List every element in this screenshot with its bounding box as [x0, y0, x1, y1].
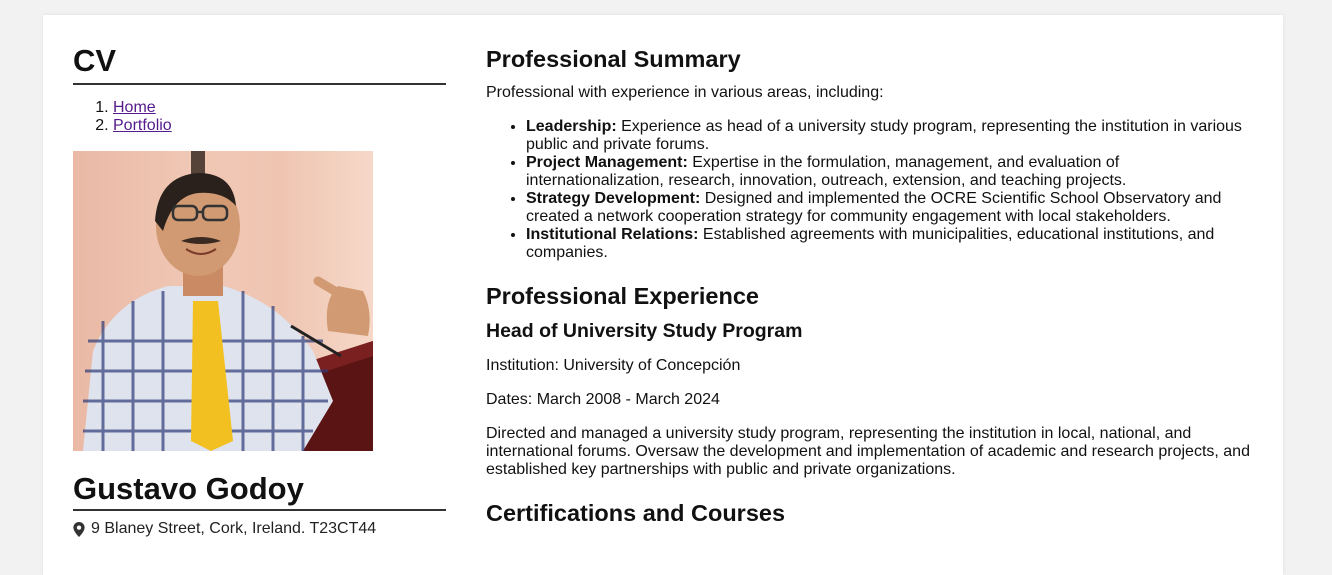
profile-photo [73, 151, 373, 451]
list-item: Institutional Relations: Established agr… [526, 226, 1256, 262]
summary-intro: Professional with experience in various … [486, 84, 884, 101]
home-link[interactable]: Home [113, 99, 156, 116]
cv-card: CV Home Portfolio [43, 15, 1283, 575]
person-name: Gustavo Godoy [73, 471, 446, 511]
nav-item-portfolio: Portfolio [113, 117, 446, 135]
list-item: Project Management: Expertise in the for… [526, 154, 1256, 190]
skill-title: Leadership: [526, 118, 617, 135]
address-text: 9 Blaney Street, Cork, Ireland. T23CT44 [91, 520, 377, 537]
certifications-heading: Certifications and Courses [486, 500, 786, 526]
cv-title: CV [73, 43, 446, 85]
job-dates: Dates: March 2008 - March 2024 [486, 391, 720, 408]
experience-heading: Professional Experience [486, 283, 759, 309]
list-item: Strategy Development: Designed and imple… [526, 190, 1256, 226]
main-content: Professional Summary Professional with e… [486, 15, 1256, 527]
job-institution: Institution: University of Concepción [486, 357, 741, 374]
job-description: Directed and managed a university study … [486, 425, 1250, 478]
skill-title: Project Management: [526, 154, 688, 171]
address-line: 9 Blaney Street, Cork, Ireland. T23CT44 [73, 520, 446, 538]
profile-photo-illustration [83, 151, 373, 451]
job-title: Head of University Study Program [486, 320, 803, 342]
nav-item-home: Home [113, 99, 446, 117]
nav-list: Home Portfolio [73, 99, 446, 135]
summary-list: Leadership: Experience as head of a univ… [486, 118, 1256, 262]
skill-title: Strategy Development: [526, 190, 701, 207]
skill-title: Institutional Relations: [526, 226, 699, 243]
summary-heading: Professional Summary [486, 46, 741, 72]
skill-text: Experience as head of a university study… [526, 118, 1242, 153]
sidebar: CV Home Portfolio [73, 15, 446, 538]
location-pin-icon [73, 521, 85, 537]
list-item: Leadership: Experience as head of a univ… [526, 118, 1256, 154]
portfolio-link[interactable]: Portfolio [113, 117, 172, 134]
